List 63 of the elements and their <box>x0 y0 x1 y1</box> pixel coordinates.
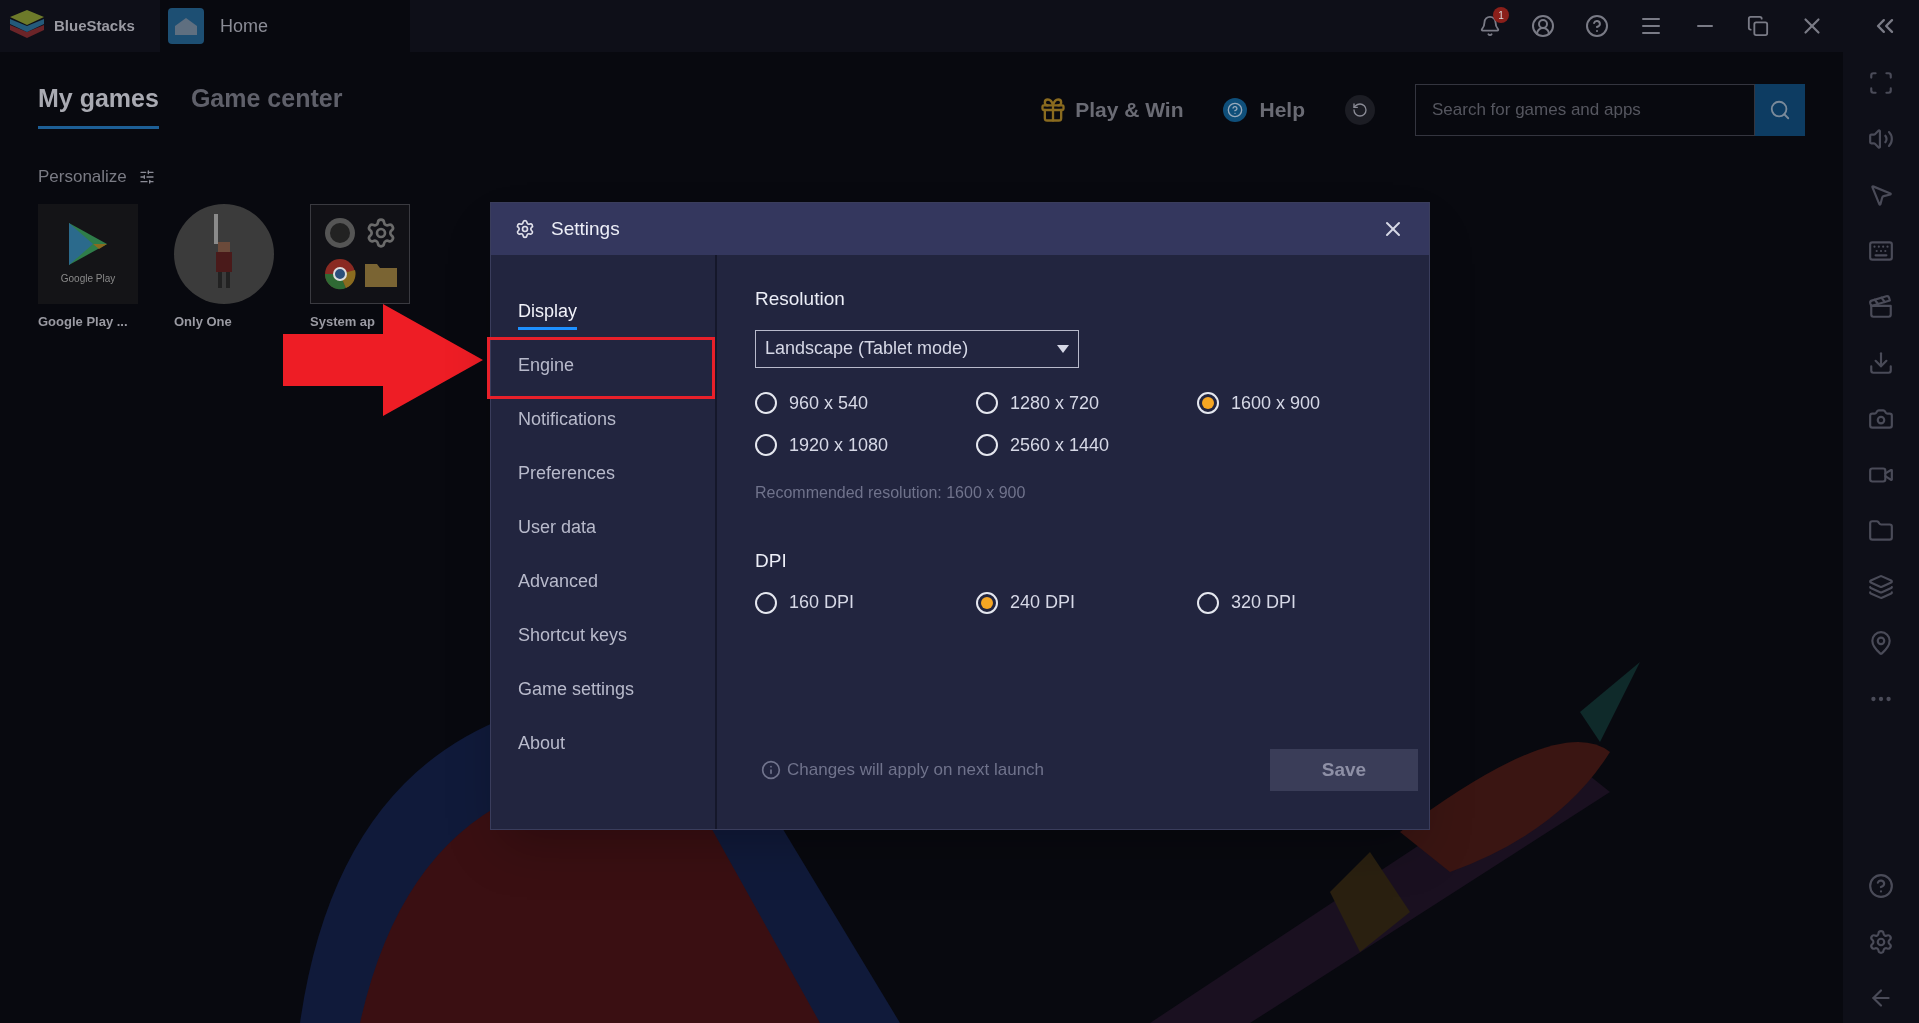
notification-badge: 1 <box>1493 7 1509 23</box>
radio-button[interactable] <box>1197 591 1219 614</box>
personalize-label[interactable]: Personalize <box>38 164 127 190</box>
resolution-option: 1600 x 900 <box>1231 389 1321 417</box>
refresh-icon[interactable] <box>1345 95 1375 125</box>
radio-button[interactable] <box>976 434 998 456</box>
search-icon <box>1769 99 1791 121</box>
settings-menu-item[interactable]: Engine <box>487 337 715 399</box>
settings-menu-item[interactable]: Advanced <box>487 567 715 601</box>
settings-menu-item[interactable]: User data <box>487 513 715 547</box>
play-win-button[interactable]: Play & Win <box>1039 94 1184 126</box>
help-icon[interactable] <box>1585 14 1609 38</box>
home-tab[interactable]: Home <box>160 0 410 52</box>
game-tile[interactable] <box>310 203 410 304</box>
radio-button[interactable] <box>755 591 777 614</box>
game-name[interactable]: System ap <box>310 311 422 331</box>
dpi-option: 160 DPI <box>789 589 855 616</box>
help-icon <box>1223 98 1248 122</box>
home-icon <box>168 8 204 44</box>
account-icon[interactable] <box>1531 14 1555 38</box>
settings-icon <box>515 219 535 239</box>
dialog-title: Settings <box>551 216 620 241</box>
resolution-option: 2560 x 1440 <box>1010 431 1110 459</box>
game-tile[interactable]: Google Play <box>38 203 138 304</box>
radio-button[interactable] <box>755 434 777 456</box>
launch-note: Changes will apply on next launch <box>787 759 1045 782</box>
sliders-icon[interactable] <box>138 168 155 185</box>
radio-button[interactable] <box>976 392 998 414</box>
resolution-heading: Resolution <box>755 287 846 311</box>
game-tile[interactable] <box>174 203 274 304</box>
camera-lens-icon <box>323 217 356 249</box>
resolution-option: 1280 x 720 <box>1010 389 1100 417</box>
game-name[interactable]: Google Play ... <box>38 311 150 331</box>
dpi-heading: DPI <box>755 548 788 573</box>
recommended-resolution: Recommended resolution: 1600 x 900 <box>755 482 1027 503</box>
app-title: BlueStacks <box>54 15 135 36</box>
info-icon <box>761 760 781 780</box>
radio-button[interactable] <box>1197 392 1219 414</box>
tile-label: Google Play <box>60 272 116 286</box>
game-name[interactable]: Only One <box>174 311 286 331</box>
search-button[interactable] <box>1755 84 1805 136</box>
settings-menu-item[interactable]: About <box>487 729 715 763</box>
restore-icon[interactable] <box>1747 15 1769 37</box>
play-triangle-icon <box>67 221 109 267</box>
chrome-icon <box>323 258 356 290</box>
radio-button[interactable] <box>755 392 777 414</box>
settings-menu-item[interactable]: Shortcut keys <box>487 621 715 655</box>
dpi-option: 320 DPI <box>1231 589 1297 616</box>
caret-icon <box>1057 344 1069 353</box>
help-button[interactable]: Help <box>1223 94 1305 126</box>
radio-button[interactable] <box>976 591 998 614</box>
notification-icon[interactable] <box>1479 15 1501 37</box>
settings-menu-item[interactable]: Notifications <box>487 405 715 439</box>
settings-menu-item[interactable]: Game settings <box>487 675 715 709</box>
settings-menu-item[interactable]: Display <box>487 297 715 331</box>
settings-menu-item[interactable]: Preferences <box>487 459 715 493</box>
dpi-option: 240 DPI <box>1010 589 1076 616</box>
resolution-dropdown[interactable]: Landscape (Tablet mode) <box>755 329 1079 368</box>
gift-icon <box>1039 96 1068 124</box>
search-field[interactable]: Search for games and apps <box>1415 84 1755 136</box>
resolution-option: 1920 x 1080 <box>789 431 889 459</box>
nav-tab[interactable]: My games <box>38 80 159 129</box>
resolution-option: 960 x 540 <box>789 389 869 417</box>
